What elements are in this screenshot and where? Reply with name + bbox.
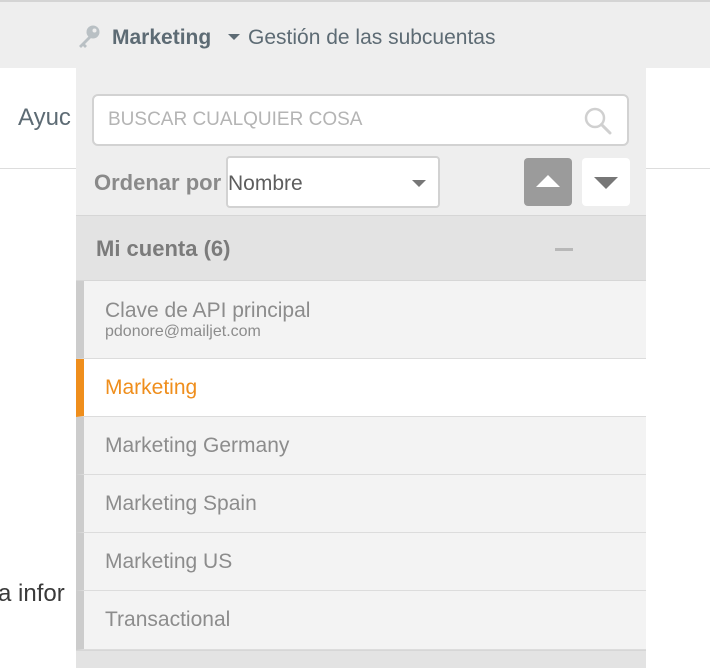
sort-select[interactable]: Nombre (226, 156, 440, 208)
list-item-marketing-germany[interactable]: Marketing Germany (76, 417, 646, 475)
chevron-down-icon[interactable] (228, 34, 240, 40)
key-icon (79, 25, 100, 48)
panel-footer (76, 650, 646, 668)
account-switcher-dropdown: Ordenar por Nombre Mi cuenta (6) Clave d… (76, 62, 646, 668)
background-tab-label[interactable]: Ayuc (18, 104, 71, 132)
sort-descending-button[interactable] (582, 158, 630, 206)
item-name: Marketing US (105, 550, 233, 573)
sort-ascending-button[interactable] (524, 158, 572, 206)
manage-subaccounts-link[interactable]: Gestión de las subcuentas (248, 26, 496, 50)
list-item-marketing[interactable]: Marketing (76, 359, 646, 417)
group-title: Mi cuenta (6) (96, 236, 231, 261)
list-item-transactional[interactable]: Transactional (76, 591, 646, 650)
item-name: Clave de API principal (105, 299, 311, 322)
item-name: Marketing Germany (105, 434, 290, 457)
list-item-main-api-key[interactable]: Clave de API principal pdonore@mailjet.c… (76, 281, 646, 359)
sort-by-label: Ordenar por (94, 170, 222, 195)
current-account-label[interactable]: Marketing (112, 26, 211, 50)
triangle-up-icon (536, 175, 560, 187)
search-box[interactable] (92, 94, 629, 146)
chevron-down-icon (412, 180, 426, 187)
search-icon[interactable] (583, 106, 613, 136)
item-email: pdonore@mailjet.com (105, 323, 261, 340)
sort-selected-value: Nombre (228, 172, 303, 195)
item-name: Marketing (105, 376, 198, 399)
item-name: Marketing Spain (105, 492, 257, 515)
list-item-marketing-spain[interactable]: Marketing Spain (76, 475, 646, 533)
group-header-my-account[interactable]: Mi cuenta (6) (76, 215, 646, 281)
minus-icon[interactable] (555, 248, 573, 251)
triangle-down-icon (594, 177, 618, 189)
search-input[interactable] (108, 96, 568, 144)
item-name: Transactional (105, 608, 231, 631)
list-item-marketing-us[interactable]: Marketing US (76, 533, 646, 591)
account-bar: Marketing Gestión de las subcuentas (0, 0, 710, 68)
background-body-text: a infor (0, 580, 65, 607)
